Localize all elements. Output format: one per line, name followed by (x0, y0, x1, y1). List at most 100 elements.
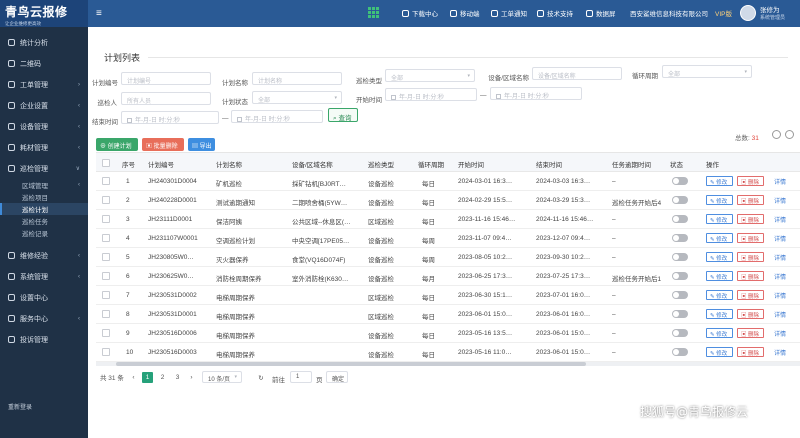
refresh-icon[interactable] (772, 130, 781, 139)
horizontal-scrollbar[interactable] (96, 362, 800, 366)
topnav-notice[interactable]: 工单通知 (491, 8, 527, 18)
sidebar-item-service[interactable]: 服务中心 ‹ (0, 308, 88, 329)
edit-button[interactable]: ✎ 修改 (706, 176, 733, 186)
delete-button[interactable]: ▣ 删除 (737, 176, 764, 186)
export-button[interactable]: ▤ 导出 (188, 138, 215, 151)
row-checkbox[interactable] (102, 177, 110, 185)
status-toggle[interactable] (672, 234, 688, 242)
status-toggle[interactable] (672, 272, 688, 280)
row-checkbox[interactable] (102, 272, 110, 280)
goto-confirm-button[interactable]: 确定 (326, 371, 348, 383)
status-select[interactable]: 全部 ▾ (252, 91, 342, 104)
sidebar-item-inspection[interactable]: 巡检管理 ∨ (0, 158, 88, 179)
delete-button[interactable]: ▣ 删除 (737, 214, 764, 224)
row-checkbox[interactable] (102, 215, 110, 223)
page-input[interactable]: 1 (290, 371, 312, 383)
edit-button[interactable]: ✎ 修改 (706, 271, 733, 281)
edit-button[interactable]: ✎ 修改 (706, 252, 733, 262)
row-checkbox[interactable] (102, 291, 110, 299)
relogin-link[interactable]: 重新登录 (8, 402, 32, 411)
row-checkbox[interactable] (102, 253, 110, 261)
scrollbar-thumb[interactable] (116, 362, 586, 366)
detail-link[interactable]: 详情 (774, 234, 786, 243)
topnav-screen[interactable]: 数据屏 (586, 8, 616, 18)
menu-toggle-icon[interactable]: ≡ (96, 8, 102, 19)
inspector-input[interactable]: 所有人员 (121, 92, 211, 105)
row-checkbox[interactable] (102, 196, 110, 204)
refresh-page-icon[interactable]: ↻ (256, 372, 266, 383)
avatar[interactable] (740, 5, 756, 21)
create-plan-button[interactable]: ⊕ 创建计划 (96, 138, 138, 151)
query-button[interactable]: ⌕ 查询 (328, 108, 358, 122)
topnav-download[interactable]: 下载中心 (402, 8, 438, 18)
detail-link[interactable]: 详情 (774, 348, 786, 357)
end-from-input[interactable]: 年-月-日 时:分:秒 (121, 111, 219, 124)
sidebar-item-complaints[interactable]: 投诉管理 (0, 329, 88, 350)
sidebar-sub-items[interactable]: 巡检项目 (0, 191, 88, 203)
sidebar-item-devices[interactable]: 设备管理 ‹ (0, 116, 88, 137)
delete-button[interactable]: ▣ 删除 (737, 347, 764, 357)
select-all-checkbox[interactable] (102, 159, 110, 167)
detail-link[interactable]: 详情 (774, 329, 786, 338)
status-toggle[interactable] (672, 177, 688, 185)
edit-button[interactable]: ✎ 修改 (706, 309, 733, 319)
status-toggle[interactable] (672, 253, 688, 261)
page-size-select[interactable]: 10 条/页 ▾ (202, 371, 242, 383)
detail-link[interactable]: 详情 (774, 310, 786, 319)
start-from-input[interactable]: 年-月-日 时:分:秒 (385, 88, 477, 101)
detail-link[interactable]: 详情 (774, 291, 786, 300)
sidebar-item-settings[interactable]: 设置中心 (0, 287, 88, 308)
row-checkbox[interactable] (102, 310, 110, 318)
status-toggle[interactable] (672, 348, 688, 356)
device-input[interactable]: 设备/区域名称 (532, 67, 622, 80)
sidebar-item-system[interactable]: 系统管理 ‹ (0, 266, 88, 287)
status-toggle[interactable] (672, 310, 688, 318)
page-3[interactable]: 3 (172, 372, 183, 383)
sidebar-item-enterprise[interactable]: 企业设置 ‹ (0, 95, 88, 116)
delete-button[interactable]: ▣ 删除 (737, 271, 764, 281)
page-prev-icon[interactable]: ‹ (128, 372, 139, 383)
sidebar-sub-areas[interactable]: 区域管理 ‹ (0, 179, 88, 191)
plan-no-input[interactable]: 计划编号 (121, 72, 211, 85)
cycle-select[interactable]: 全部 ▾ (662, 65, 752, 78)
end-to-input[interactable]: 年-月-日 时:分:秒 (231, 110, 323, 123)
row-checkbox[interactable] (102, 348, 110, 356)
sidebar-item-tickets[interactable]: 工单管理 › (0, 74, 88, 95)
delete-button[interactable]: ▣ 删除 (737, 309, 764, 319)
edit-button[interactable]: ✎ 修改 (706, 347, 733, 357)
edit-button[interactable]: ✎ 修改 (706, 214, 733, 224)
apps-grid-icon[interactable] (368, 7, 379, 18)
status-toggle[interactable] (672, 196, 688, 204)
edit-button[interactable]: ✎ 修改 (706, 233, 733, 243)
sidebar-sub-plans[interactable]: 巡检计划 (0, 203, 88, 215)
detail-link[interactable]: 详情 (774, 215, 786, 224)
edit-button[interactable]: ✎ 修改 (706, 328, 733, 338)
delete-button[interactable]: ▣ 删除 (737, 252, 764, 262)
plan-name-input[interactable]: 计划名称 (252, 72, 342, 85)
sidebar-sub-tasks[interactable]: 巡检任务 (0, 215, 88, 227)
row-checkbox[interactable] (102, 329, 110, 337)
page-2[interactable]: 2 (157, 372, 168, 383)
page-1[interactable]: 1 (142, 372, 153, 383)
delete-button[interactable]: ▣ 删除 (737, 328, 764, 338)
topnav-support[interactable]: 技术支持 (537, 8, 573, 18)
batch-delete-button[interactable]: ▣ 批量删除 (142, 138, 184, 151)
topnav-mobile[interactable]: 移动端 (450, 8, 480, 18)
columns-icon[interactable] (785, 130, 794, 139)
user-menu[interactable]: 张修为 系统管理员 (760, 4, 785, 21)
start-to-input[interactable]: 年-月-日 时:分:秒 (490, 87, 582, 100)
sidebar-item-stats[interactable]: 统计分析 (0, 32, 88, 53)
delete-button[interactable]: ▣ 删除 (737, 195, 764, 205)
detail-link[interactable]: 详情 (774, 253, 786, 262)
detail-link[interactable]: 详情 (774, 177, 786, 186)
delete-button[interactable]: ▣ 删除 (737, 233, 764, 243)
sidebar-item-experience[interactable]: 维修经验 ‹ (0, 245, 88, 266)
status-toggle[interactable] (672, 291, 688, 299)
status-toggle[interactable] (672, 329, 688, 337)
detail-link[interactable]: 详情 (774, 272, 786, 281)
sidebar-item-consumables[interactable]: 耗材管理 ‹ (0, 137, 88, 158)
type-select[interactable]: 全部 ▾ (385, 69, 475, 82)
edit-button[interactable]: ✎ 修改 (706, 195, 733, 205)
row-checkbox[interactable] (102, 234, 110, 242)
delete-button[interactable]: ▣ 删除 (737, 290, 764, 300)
